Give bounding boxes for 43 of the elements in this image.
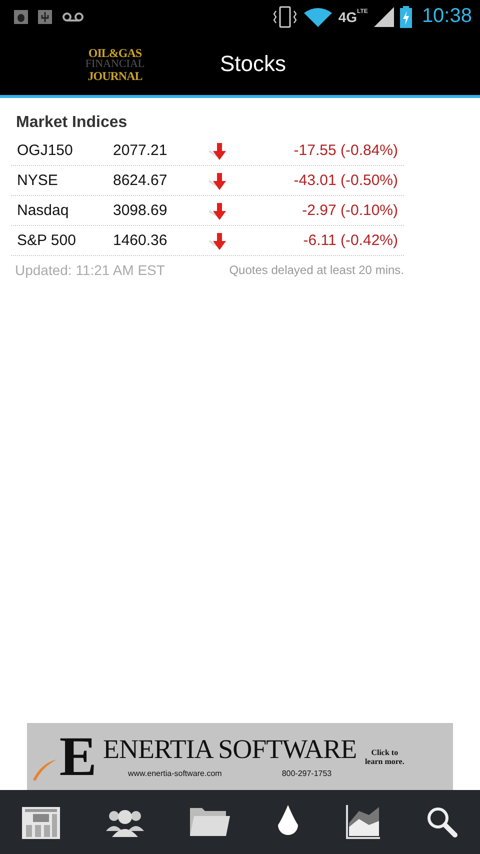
- clock-time: 10:38: [422, 5, 472, 28]
- swoosh-icon: [33, 756, 58, 780]
- area-chart-icon[interactable]: [346, 805, 380, 839]
- index-change: -17.55 (-0.84%): [292, 142, 399, 159]
- people-icon[interactable]: [106, 807, 144, 837]
- index-change: -43.01 (-0.50%): [292, 172, 399, 189]
- signal-icon: [374, 6, 394, 26]
- ad-call-to-action: Click to learn more.: [364, 748, 405, 766]
- index-row[interactable]: OGJ150 2077.21 -17.55 (-0.84%): [11, 136, 404, 166]
- index-row[interactable]: S&P 500 1460.36 -6.11 (-0.42%): [11, 226, 404, 256]
- ad-phone: 800-297-1753: [282, 768, 332, 778]
- logo-text: FINANCIAL: [85, 58, 145, 70]
- index-row[interactable]: NYSE 8624.67 -43.01 (-0.50%): [11, 166, 404, 196]
- search-icon[interactable]: [426, 806, 458, 838]
- index-value: 3098.69: [113, 202, 168, 219]
- index-value: 8624.67: [113, 172, 168, 189]
- index-value: 1460.36: [113, 232, 168, 249]
- index-name: OGJ150: [16, 142, 74, 159]
- battery-icon: [400, 6, 412, 28]
- index-row[interactable]: Nasdaq 3098.69 -2.97 (-0.10%): [11, 196, 404, 226]
- wifi-icon: [304, 6, 332, 26]
- folder-icon[interactable]: [190, 808, 230, 836]
- bug-icon: [14, 10, 28, 24]
- index-name: Nasdaq: [16, 202, 70, 219]
- vibrate-icon: [272, 6, 298, 28]
- network-label: 4G: [338, 8, 358, 24]
- section-title: Market Indices: [15, 114, 128, 132]
- index-change: -2.97 (-0.10%): [301, 202, 399, 219]
- index-value: 2077.21: [113, 142, 168, 159]
- ad-url: www.enertia-software.com: [128, 768, 222, 778]
- logo-text: JOURNAL: [88, 70, 142, 82]
- index-change: -6.11 (-0.42%): [302, 232, 399, 249]
- updated-time: Updated: 11:21 AM EST: [15, 262, 165, 278]
- usb-icon: [38, 10, 52, 24]
- delay-note: Quotes delayed at least 20 mins.: [229, 263, 404, 277]
- ad-brand-name: ENERTIA SOFTWARE: [103, 736, 357, 762]
- ad-logo-letter: E: [59, 728, 97, 784]
- screen-title: Stocks: [220, 51, 286, 77]
- logo-text: OIL&GAS: [88, 46, 142, 58]
- voicemail-icon: [62, 10, 84, 22]
- newspaper-icon[interactable]: [22, 805, 60, 839]
- index-name: S&P 500: [16, 232, 77, 249]
- index-name: NYSE: [16, 172, 59, 189]
